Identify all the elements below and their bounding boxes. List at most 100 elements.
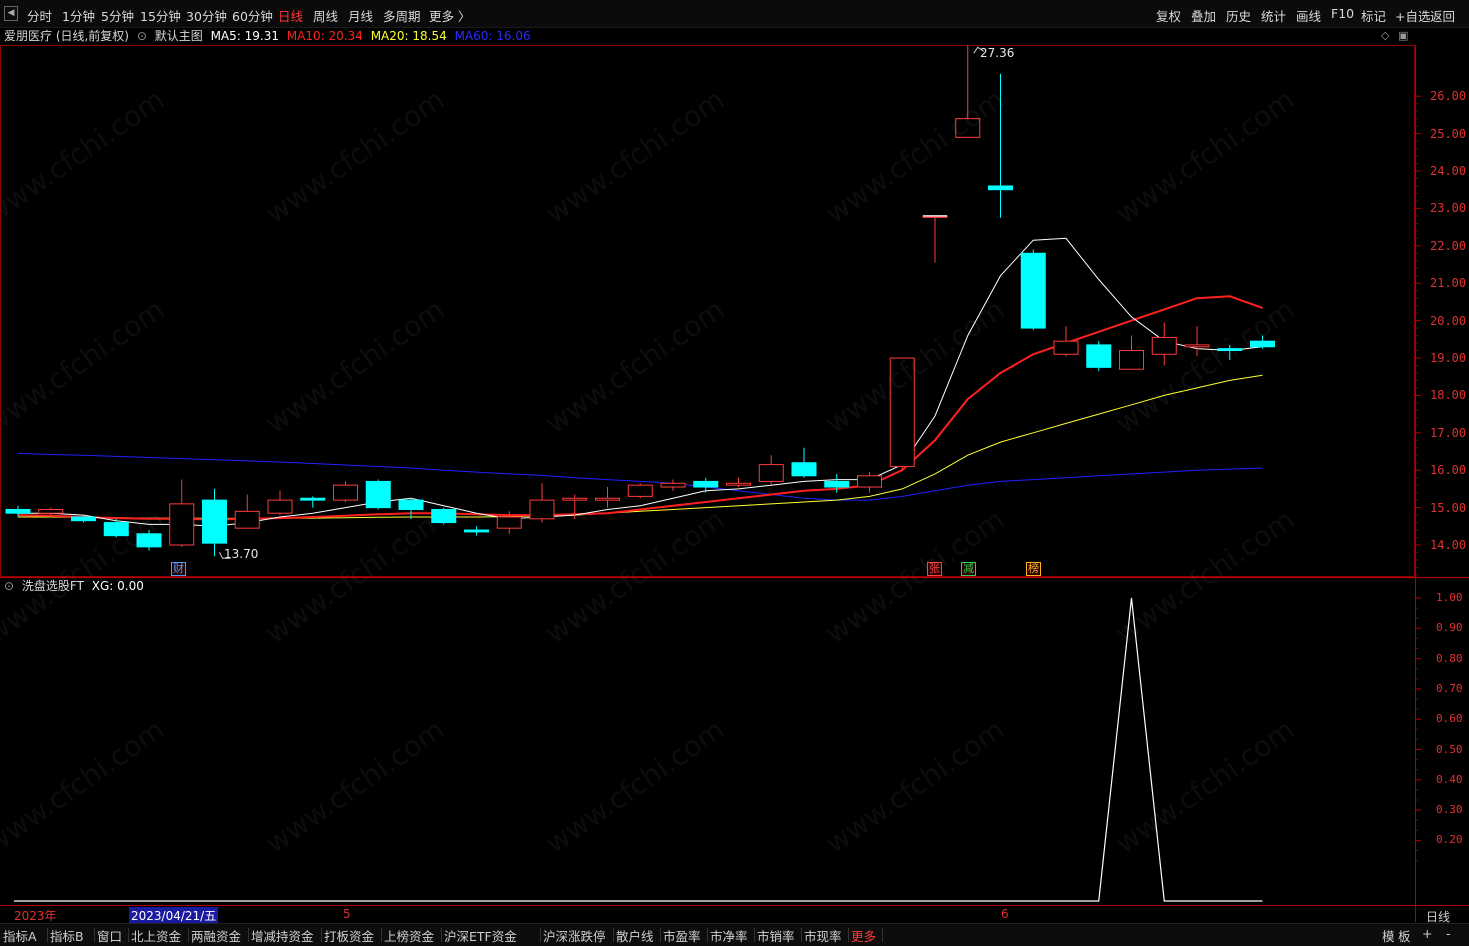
tab-separator — [707, 928, 708, 942]
candle-body — [627, 484, 653, 497]
tab-separator — [441, 928, 442, 942]
candle-body — [955, 118, 981, 138]
candle-body — [1151, 336, 1177, 355]
candle-body — [365, 480, 391, 509]
event-tag-financial[interactable]: 财 — [171, 562, 186, 576]
candle-body — [1250, 340, 1275, 348]
date-month-6: 6 — [1001, 907, 1009, 921]
kline-chart[interactable] — [0, 0, 1469, 945]
date-axis: 2023年 2023/04/21/五 5 6 — [0, 906, 1416, 924]
ma5-line — [18, 237, 1263, 527]
date-month-5: 5 — [343, 907, 351, 921]
bottom-tab-13[interactable]: 市销率 — [757, 926, 795, 945]
tab-separator — [381, 928, 382, 942]
right-tab-2[interactable]: + — [1422, 926, 1432, 941]
bottom-tab-7[interactable]: 上榜资金 — [384, 926, 434, 945]
right-tab-3[interactable]: - — [1446, 926, 1451, 941]
bottom-tab-0[interactable]: 指标A — [3, 926, 37, 945]
candle-body — [889, 357, 915, 467]
bottom-tab-11[interactable]: 市盈率 — [663, 926, 701, 945]
bottom-tab-2[interactable]: 窗口 — [97, 926, 122, 945]
candle-body — [71, 516, 96, 522]
bottom-tab-12[interactable]: 市净率 — [710, 926, 748, 945]
price-tick-label: 26.00 — [1430, 89, 1467, 104]
candle-body — [333, 484, 358, 501]
candle-body — [398, 499, 424, 510]
tab-separator — [801, 928, 802, 942]
bottom-tab-4[interactable]: 两融资金 — [191, 926, 241, 945]
candle-body — [496, 516, 522, 529]
bottom-tab-9[interactable]: 沪深涨跌停 — [543, 926, 606, 945]
candle-body — [595, 497, 620, 501]
price-tick-label: 16.00 — [1430, 463, 1467, 478]
price-tick-label: 15.00 — [1430, 500, 1467, 515]
candle-body — [267, 499, 293, 514]
candle-body — [5, 508, 31, 514]
indicator-tick-label: 0.70 — [1436, 681, 1463, 695]
bottom-tab-14[interactable]: 市现率 — [804, 926, 842, 945]
candle-body — [300, 497, 326, 501]
indicator-tick-label: 0.60 — [1436, 712, 1463, 726]
price-tick-label: 24.00 — [1430, 164, 1467, 178]
price-tick-label: 22.00 — [1430, 238, 1467, 253]
price-tick-label: 18.00 — [1430, 388, 1467, 403]
right-tab-1[interactable]: 板 — [1398, 926, 1411, 945]
indicator-tick-label: 0.50 — [1436, 742, 1463, 756]
candle-body — [136, 533, 162, 548]
candle-body — [431, 508, 457, 524]
candle-body — [1119, 350, 1144, 370]
event-tag-billboard[interactable]: 榜 — [1026, 562, 1041, 576]
candle-body — [464, 529, 489, 533]
tab-separator — [754, 928, 755, 942]
bottom-tab-8[interactable]: 沪深ETF资金 — [444, 926, 517, 945]
low-price-label: 13.70 — [224, 547, 259, 561]
tab-separator — [128, 928, 129, 942]
high-price-label: 27.36 — [980, 46, 1015, 60]
date-cursor: 2023/04/21/五 — [129, 907, 219, 924]
candle-body — [988, 185, 1013, 191]
candle-body — [660, 482, 686, 488]
candle-body — [202, 499, 227, 544]
candle-body — [38, 508, 64, 514]
candle-body — [693, 480, 719, 488]
indicator-tick-label: 0.20 — [1436, 833, 1463, 847]
bottom-tab-5[interactable]: 增减持资金 — [251, 926, 314, 945]
bottom-tab-15[interactable]: 更多 — [851, 926, 876, 945]
candle-body — [1217, 348, 1243, 352]
candle-body — [169, 503, 195, 546]
bottom-tab-3[interactable]: 北上资金 — [131, 926, 181, 945]
tab-separator — [613, 928, 614, 942]
tab-separator — [540, 928, 541, 942]
event-tag-reduce[interactable]: 减 — [961, 562, 976, 576]
candle-body — [562, 497, 588, 501]
indicator-tick-label: 0.80 — [1436, 651, 1463, 665]
tab-separator — [188, 928, 189, 942]
candle-body — [103, 522, 129, 537]
price-tick-label: 17.00 — [1430, 425, 1467, 440]
candle-body — [1086, 344, 1112, 368]
bottom-tab-10[interactable]: 散户线 — [616, 926, 654, 945]
price-tick-label: 25.00 — [1430, 126, 1467, 141]
right-tab-0[interactable]: 模 — [1382, 926, 1395, 945]
candle-body — [726, 482, 751, 486]
price-tick-label: 23.00 — [1430, 201, 1467, 216]
tab-separator — [94, 928, 95, 942]
bottom-tab-6[interactable]: 打板资金 — [324, 926, 374, 945]
main-panel-frame — [0, 45, 1415, 577]
date-year: 2023年 — [14, 909, 57, 923]
candle-body — [1020, 252, 1046, 329]
bottom-tab-1[interactable]: 指标B — [50, 926, 84, 945]
price-tick-label: 20.00 — [1430, 313, 1467, 328]
tab-separator — [47, 928, 48, 942]
candle-body — [791, 462, 817, 477]
candle-body — [529, 499, 555, 520]
tab-separator — [248, 928, 249, 942]
tab-separator — [882, 928, 883, 942]
candle-body — [758, 464, 784, 482]
candle-body — [234, 510, 260, 529]
tab-separator — [660, 928, 661, 942]
tab-separator — [848, 928, 849, 942]
candle-body — [857, 475, 882, 488]
xg-line — [14, 597, 1263, 902]
event-tag-limit[interactable]: 张 — [927, 562, 942, 576]
